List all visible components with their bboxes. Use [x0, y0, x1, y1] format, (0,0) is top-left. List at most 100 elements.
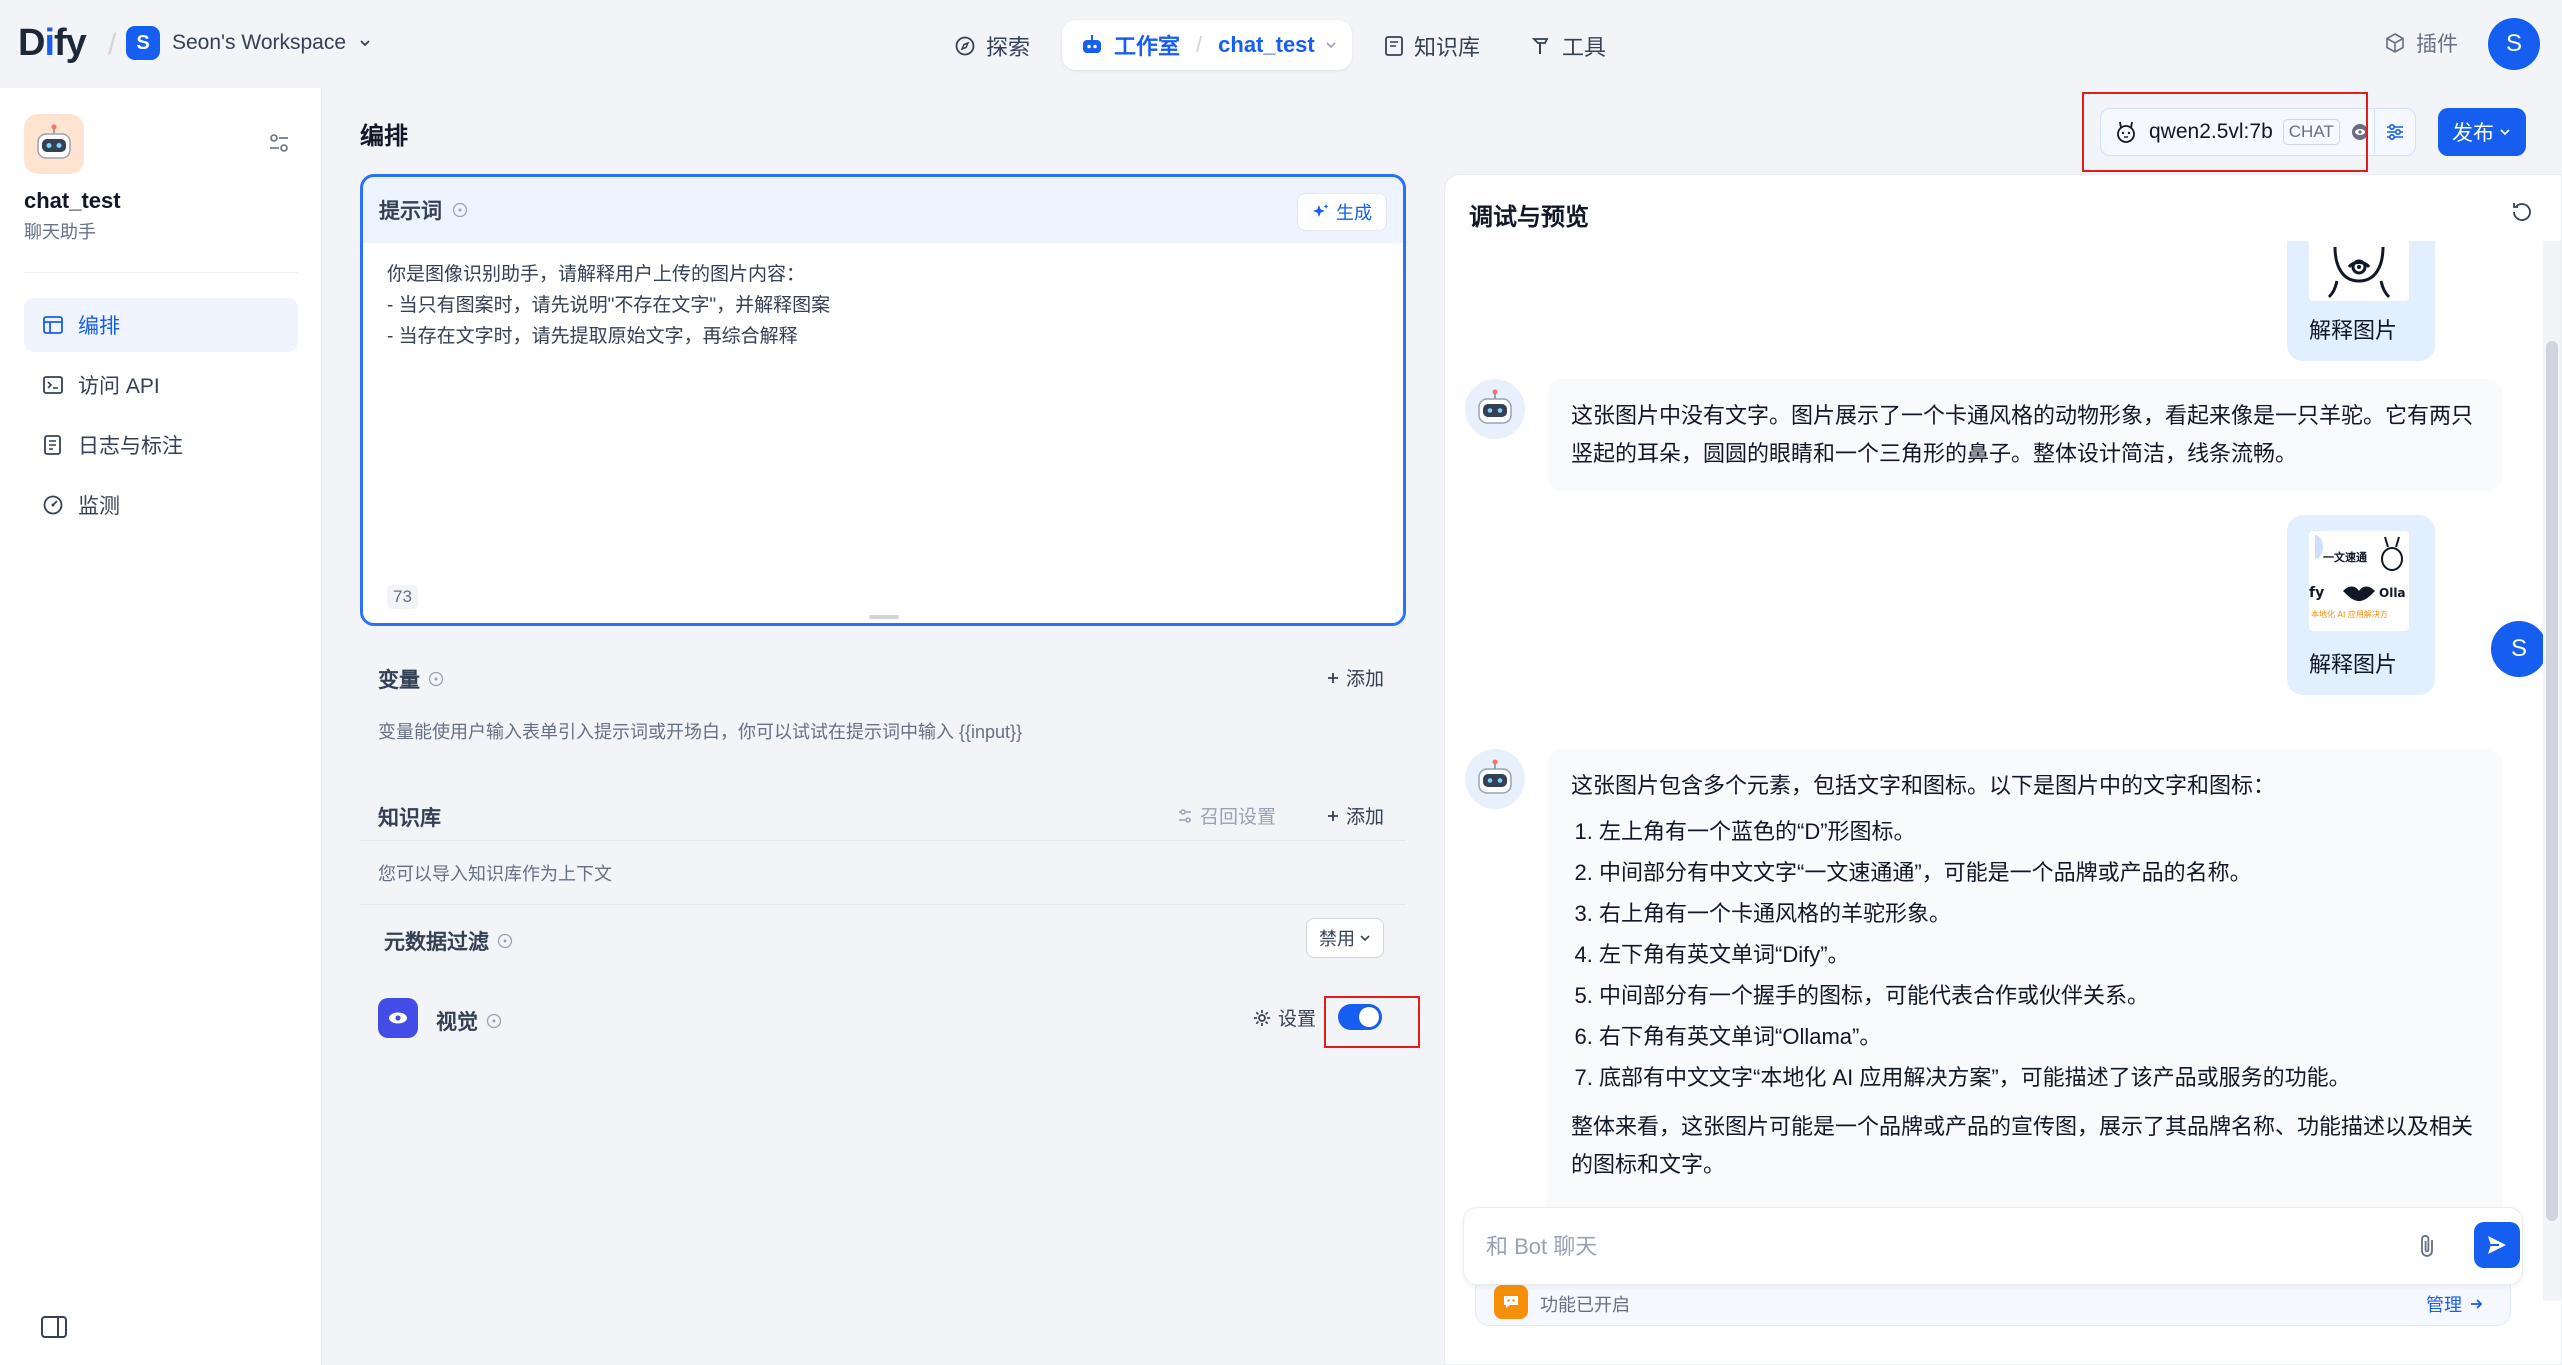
user-message-text: 解释图片 — [2309, 318, 2398, 343]
help-icon[interactable] — [486, 1013, 502, 1029]
page-title: 编排 — [360, 123, 408, 150]
metadata-filter-dropdown[interactable]: 禁用 — [1306, 918, 1384, 958]
sidebar-collapse-icon[interactable] — [40, 1314, 68, 1340]
uploaded-image-thumbnail[interactable] — [2309, 241, 2409, 301]
prompt-editor[interactable]: 你是图像识别助手，请解释用户上传的图片内容： - 当只有图案时，请先说明"不存在… — [363, 243, 1403, 623]
chat-bubble-icon — [1494, 1285, 1528, 1319]
nav-studio-label: 工作室 — [1114, 34, 1181, 59]
paperclip-icon[interactable] — [2414, 1232, 2440, 1260]
send-button[interactable] — [2474, 1222, 2520, 1268]
svg-text:Olla: Olla — [2379, 586, 2406, 600]
hammer-icon — [1531, 38, 1549, 54]
recall-settings-button[interactable]: 召回设置 — [1176, 802, 1276, 829]
char-count: 73 — [387, 585, 418, 609]
dashboard-icon — [43, 495, 63, 515]
dify-logo[interactable]: Dify — [18, 22, 87, 65]
bot-message-intro: 这张图片包含多个元素，包括文字和图标。以下是图片中的文字和图标： — [1571, 773, 2276, 798]
arrow-right-icon — [2471, 1299, 2483, 1309]
top-navigation: Dify / S Seon's Workspace 探索 工作室 / chat_… — [0, 0, 2562, 88]
workspace-badge: S — [126, 26, 160, 60]
list-item: 中间部分有一个握手的图标，可能代表合作或伙伴关系。 — [1599, 975, 2479, 1016]
sidebar-item-monitor[interactable]: 监测 — [24, 478, 298, 532]
prompt-header: 提示词 — [363, 177, 1403, 243]
model-params-icon[interactable] — [2374, 109, 2415, 154]
list-item: 中间部分有中文文字“一文速通通”，可能是一个品牌或产品的名称。 — [1599, 852, 2479, 893]
chevron-down-icon — [2500, 129, 2510, 136]
knowledge-title: 知识库 — [378, 807, 441, 830]
app-name: chat_test — [24, 188, 121, 213]
prompt-label: 提示词 — [379, 200, 442, 223]
app-breadcrumb[interactable]: chat_test — [1218, 32, 1315, 58]
app-settings-icon[interactable] — [266, 130, 292, 156]
sidebar-item-logs[interactable]: 日志与标注 — [24, 418, 298, 472]
list-item: 右下角有英文单词“Ollama”。 — [1599, 1016, 2479, 1057]
chevron-down-icon — [360, 40, 370, 47]
features-status: 功能已开启 — [1540, 1295, 1630, 1315]
user-message: 一文速通 fy Olla 本地化 AI 应用解决方 解释图片 — [2287, 515, 2435, 695]
chat-input[interactable] — [1484, 1228, 2368, 1266]
nav-plugins[interactable]: 插件 — [2384, 28, 2458, 58]
compass-icon — [955, 36, 975, 56]
bot-message-list: 左上角有一个蓝色的“D”形图标。 中间部分有中文文字“一文速通通”，可能是一个品… — [1571, 811, 2479, 1098]
file-list-icon — [44, 435, 61, 455]
nav-explore[interactable]: 探索 — [954, 24, 1030, 68]
prompt-line: - 当只有图案时，请先说明"不存在文字"，并解释图案 — [387, 295, 831, 316]
vision-title: 视觉 — [436, 1006, 502, 1036]
nav-tools[interactable]: 工具 — [1530, 24, 1606, 68]
debug-preview-panel: 调试与预览 解释图片 这张图片中没有文字。图片展示了一个卡通风格的动物形象，看起… — [1444, 174, 2562, 1365]
add-knowledge-button[interactable]: 添加 — [1326, 802, 1384, 829]
uploaded-image-thumbnail[interactable]: 一文速通 fy Olla 本地化 AI 应用解决方 — [2309, 531, 2409, 631]
sidebar-menu: 编排 访问 API 日志与标注 监测 — [24, 298, 298, 538]
sidebar-item-label: 访问 API — [78, 375, 160, 398]
chat-scrollbar[interactable] — [2543, 241, 2561, 1301]
bot-message: 这张图片中没有文字。图片展示了一个卡通风格的动物形象，看起来像是一只羊驼。它有两… — [1547, 379, 2503, 491]
sidebar-item-label: 编排 — [78, 315, 120, 338]
model-highlight-box — [2082, 92, 2368, 172]
reset-icon[interactable] — [2509, 199, 2535, 225]
nav-studio[interactable]: 工作室 / chat_test — [1062, 20, 1352, 70]
sparkle-icon — [1313, 204, 1329, 217]
resize-handle[interactable] — [869, 615, 899, 619]
user-message-text: 解释图片 — [2309, 652, 2398, 677]
nav-separator: / — [108, 28, 117, 61]
chat-messages[interactable]: 解释图片 这张图片中没有文字。图片展示了一个卡通风格的动物形象，看起来像是一只羊… — [1445, 241, 2543, 1241]
add-variable-button[interactable]: 添加 — [1326, 664, 1384, 691]
sidebar-item-label: 监测 — [78, 495, 120, 518]
list-item: 左下角有英文单词“Dify”。 — [1599, 934, 2479, 975]
metadata-filter-title: 元数据过滤 — [384, 926, 513, 956]
help-icon[interactable] — [452, 202, 468, 218]
debug-title: 调试与预览 — [1469, 204, 1589, 231]
svg-text:本地化 AI 应用解决方: 本地化 AI 应用解决方 — [2311, 609, 2388, 619]
user-avatar: S — [2491, 621, 2543, 677]
eye-icon — [378, 998, 418, 1038]
variables-title: 变量 — [378, 664, 444, 694]
chat-input-box — [1463, 1207, 2523, 1285]
sidebar-item-orchestrate[interactable]: 编排 — [24, 298, 298, 352]
variables-card: 变量 添加 变量能使用户输入表单引入提示词或开场白，你可以试试在提示词中输入 {… — [360, 642, 1406, 766]
sidebar-item-api[interactable]: 访问 API — [24, 358, 298, 412]
help-icon[interactable] — [428, 671, 444, 687]
cube-icon — [2386, 33, 2404, 53]
app-robot-icon — [24, 114, 84, 174]
workspace-name: Seon's Workspace — [172, 31, 347, 54]
manage-features-link[interactable]: 管理 — [2426, 1291, 2484, 1317]
help-icon[interactable] — [497, 933, 513, 949]
user-avatar[interactable]: S — [2488, 18, 2540, 70]
chevron-down-icon — [1326, 42, 1336, 49]
list-item: 底部有中文文字“本地化 AI 应用解决方案”，可能描述了该产品或服务的功能。 — [1599, 1057, 2479, 1098]
sliders-icon — [1178, 808, 1191, 823]
workspace-switcher[interactable]: S Seon's Workspace — [126, 26, 372, 60]
user-message: 解释图片 — [2287, 241, 2435, 361]
vision-settings-button[interactable]: 设置 — [1252, 1004, 1316, 1031]
nav-knowledge[interactable]: 知识库 — [1384, 24, 1480, 68]
toggle-highlight-box — [1324, 996, 1420, 1048]
prompt-line: 你是图像识别助手，请解释用户上传的图片内容： — [387, 264, 806, 285]
svg-text:fy: fy — [2309, 585, 2324, 601]
vision-card: 视觉 设置 — [360, 982, 1406, 1056]
book-icon — [1385, 36, 1403, 56]
prompt-line: - 当存在文字时，请先提取原始文字，再综合解释 — [387, 326, 798, 347]
app-sidebar: chat_test 聊天助手 编排 访问 API 日志与标注 监测 — [0, 88, 322, 1365]
generate-button[interactable]: 生成 — [1297, 193, 1387, 231]
publish-button[interactable]: 发布 — [2438, 108, 2526, 156]
svg-text:一文速通: 一文速通 — [2323, 550, 2367, 564]
